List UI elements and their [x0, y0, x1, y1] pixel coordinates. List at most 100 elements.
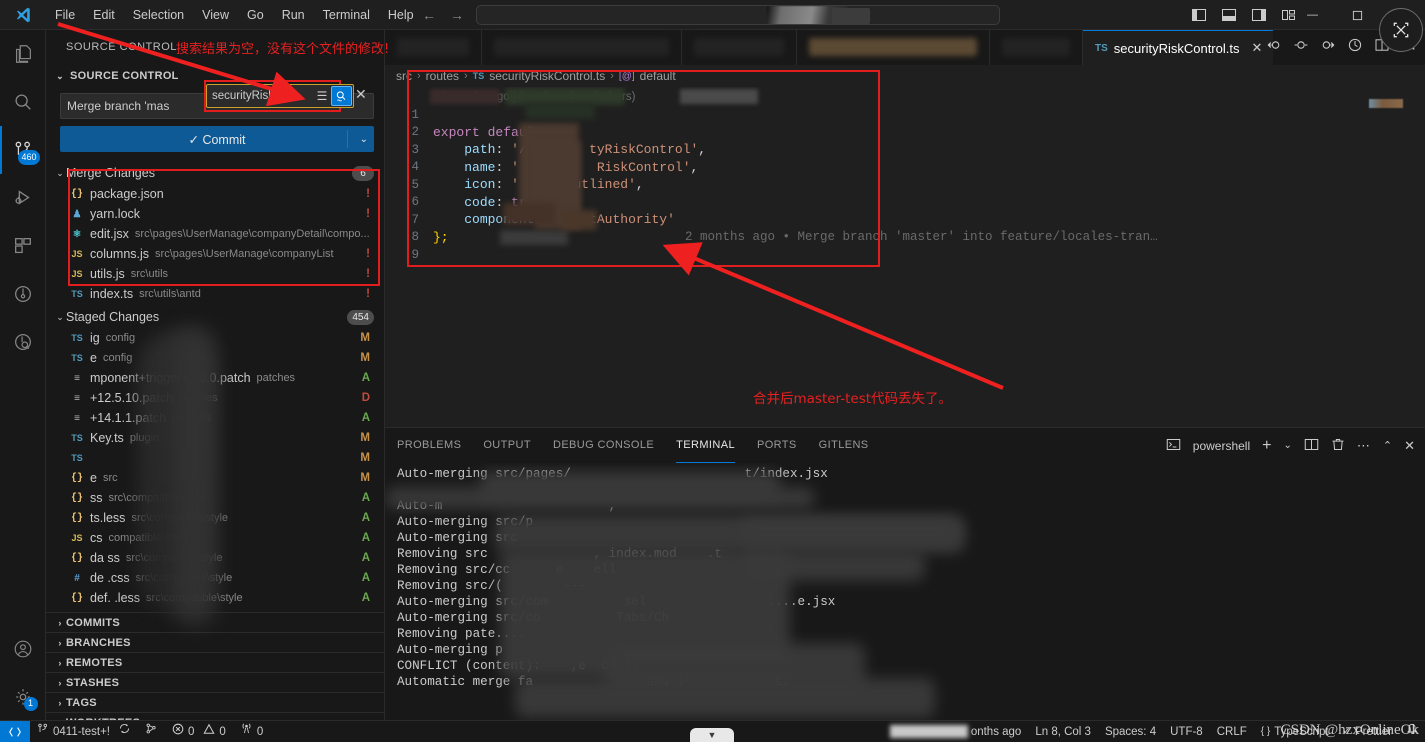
find-widget-close-icon[interactable]: ✕ [355, 86, 367, 103]
merge-changes-header[interactable]: ⌄ Merge Changes 6 [46, 162, 384, 184]
file-list-item[interactable]: ♟ yarn.lock! [46, 204, 384, 224]
minimize-icon[interactable]: — [1290, 0, 1335, 30]
breadcrumb-file[interactable]: securityRiskControl.ts [489, 69, 605, 83]
tab-output[interactable]: OUTPUT [483, 428, 531, 463]
status-cursor-position[interactable]: Ln 8, Col 3 [1028, 721, 1098, 742]
file-list-item[interactable]: {} da ss src\compatible\style A [46, 548, 384, 568]
close-icon[interactable]: ✕ [1251, 40, 1262, 56]
terminal-output[interactable]: Auto-merging src/pages/ t/index.jsxAuto-… [385, 463, 1425, 727]
status-blame[interactable]: onths ago [964, 721, 1029, 742]
current-change-icon[interactable] [1293, 37, 1309, 58]
tab-ports[interactable]: PORTS [757, 428, 797, 463]
file-list-item[interactable]: {} def. .less src\compatible\style A [46, 588, 384, 608]
breadcrumb-routes[interactable]: routes [426, 69, 459, 83]
more-actions-icon[interactable]: ⋯ [1357, 438, 1371, 454]
toggle-secondary-sidebar-icon[interactable] [1251, 7, 1267, 23]
find-icon[interactable] [331, 86, 352, 106]
close-panel-icon[interactable]: ✕ [1404, 438, 1415, 454]
menu-help[interactable]: Help [379, 0, 423, 30]
status-ports[interactable]: 0 [233, 721, 270, 742]
breadcrumb-src[interactable]: src [396, 69, 412, 83]
sidebar-item-explorer[interactable] [0, 30, 46, 78]
menu-go[interactable]: Go [238, 0, 273, 30]
file-list-item[interactable]: ≡ +12.5.10.patch patches D [46, 388, 384, 408]
sidebar-item-source-control[interactable]: 460 [0, 126, 46, 174]
staged-changes-header[interactable]: ⌄ Staged Changes 454 [46, 306, 384, 328]
status-eol[interactable]: CRLF [1210, 721, 1254, 742]
terminal-dropdown-icon[interactable]: ⌄ [1283, 440, 1291, 451]
sidebar-item-gitlens-inspect[interactable] [0, 318, 46, 366]
status-problems[interactable]: 0 0 [165, 721, 233, 742]
sidebar-item-manage-settings[interactable]: 1 [0, 673, 46, 721]
compare-icon[interactable] [1347, 37, 1363, 58]
split-terminal-icon[interactable] [1304, 437, 1319, 455]
command-center[interactable] [476, 5, 1000, 25]
file-list-item[interactable]: TS index.ts src\utils\antd! [46, 284, 384, 304]
sync-icon[interactable] [118, 721, 131, 742]
filter-icon[interactable]: ☰ [313, 89, 331, 103]
breadcrumb-symbol[interactable]: default [640, 69, 676, 83]
tab-securityRiskControl[interactable]: TS securityRiskControl.ts ✕ [1083, 30, 1273, 65]
code-editor[interactable]: 2 months ago | 2 authors ( and others) 1… [385, 87, 1425, 420]
status-indentation[interactable]: Spaces: 4 [1098, 721, 1163, 742]
find-widget[interactable]: securityRiskCon... ☰ [206, 84, 354, 108]
arrow-left-icon[interactable]: ← [420, 7, 438, 23]
menu-edit[interactable]: Edit [84, 0, 124, 30]
tab-redacted-4[interactable] [797, 30, 990, 65]
maximize-panel-icon[interactable]: ⌃ [1383, 439, 1392, 452]
sidebar-section-remotes[interactable]: › REMOTES [46, 652, 384, 672]
tab-problems[interactable]: PROBLEMS [397, 428, 461, 463]
tab-terminal[interactable]: TERMINAL [676, 428, 735, 463]
file-list-item[interactable]: ≡ mponent+trigger+2.0.0.patch patches A [46, 368, 384, 388]
kill-terminal-icon[interactable] [1331, 437, 1345, 455]
status-encoding[interactable]: UTF-8 [1163, 721, 1210, 742]
toggle-primary-sidebar-icon[interactable] [1191, 7, 1207, 23]
file-list-item[interactable]: {} ss src\compatible\style A [46, 488, 384, 508]
tab-redacted-1[interactable] [385, 30, 482, 65]
tab-redacted-2[interactable] [482, 30, 682, 65]
toggle-panel-icon[interactable] [1221, 7, 1237, 23]
tab-debug-console[interactable]: DEBUG CONSOLE [553, 428, 654, 463]
sidebar-item-run-debug[interactable] [0, 174, 46, 222]
search-input[interactable]: securityRiskCon... [207, 90, 313, 102]
file-list-item[interactable]: JS utils.js src\utils! [46, 264, 384, 284]
chevron-down-icon[interactable]: ⌄ [360, 134, 368, 145]
go-forward-icon[interactable] [1320, 37, 1336, 58]
panel-resize-handle[interactable]: ▼ [690, 728, 734, 742]
sidebar-item-extensions[interactable] [0, 222, 46, 270]
tab-redacted-3[interactable] [682, 30, 797, 65]
file-list-item[interactable]: # de .css src\compatible\style A [46, 568, 384, 588]
status-branch[interactable]: 0411-test+! [30, 721, 138, 742]
sidebar-section-branches[interactable]: › BRANCHES [46, 632, 384, 652]
sidebar-section-stashes[interactable]: › STASHES [46, 672, 384, 692]
file-list-item[interactable]: TS M [46, 448, 384, 468]
menu-selection[interactable]: Selection [124, 0, 193, 30]
menu-run[interactable]: Run [273, 0, 314, 30]
menu-file[interactable]: File [46, 0, 84, 30]
file-list-item[interactable]: ≡ +14.1.1.patch patches A [46, 408, 384, 428]
file-list-item[interactable]: ⚛ edit.jsx src\pages\UserManage\companyDet… [46, 224, 384, 244]
file-list-item[interactable]: JS columns.js src\pages\UserManage\company… [46, 244, 384, 264]
terminal-shell-label[interactable]: powershell [1193, 439, 1250, 453]
file-list-item[interactable]: {} package.json! [46, 184, 384, 204]
tab-redacted-5[interactable] [990, 30, 1083, 65]
file-list-item[interactable]: TS e config M [46, 348, 384, 368]
file-list-item[interactable]: {} ts.less src\compatible\style A [46, 508, 384, 528]
menu-view[interactable]: View [193, 0, 238, 30]
sidebar-section-commits[interactable]: › COMMITS [46, 612, 384, 632]
file-list-item[interactable]: JS cs compatible\style A [46, 528, 384, 548]
commit-button[interactable]: ✓ Commit ⌄ [60, 126, 374, 152]
new-terminal-icon[interactable]: + [1262, 437, 1271, 455]
file-list-item[interactable]: TS ig config M [46, 328, 384, 348]
sidebar-section-tags[interactable]: › TAGS [46, 692, 384, 712]
tab-gitlens[interactable]: GITLENS [819, 428, 869, 463]
maximize-icon[interactable] [1335, 0, 1380, 30]
file-list-item[interactable]: {} e src M [46, 468, 384, 488]
status-gitlens[interactable] [138, 721, 165, 742]
sidebar-item-search[interactable] [0, 78, 46, 126]
file-list-item[interactable]: TS Key.ts plugin M [46, 428, 384, 448]
sidebar-item-accounts[interactable] [0, 625, 46, 673]
remote-window-icon[interactable] [0, 720, 30, 742]
menu-terminal[interactable]: Terminal [314, 0, 379, 30]
sidebar-item-gitlens[interactable] [0, 270, 46, 318]
